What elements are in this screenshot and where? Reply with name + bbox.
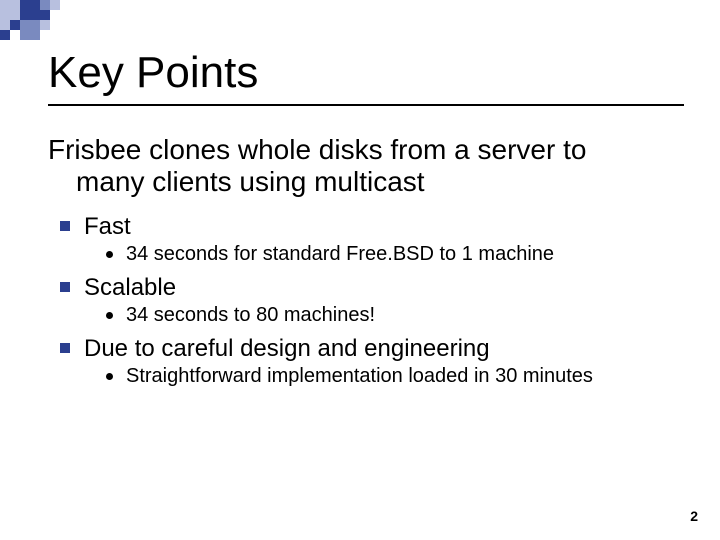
sub-bullet-list: 34 seconds for standard Free.BSD to 1 ma… — [84, 242, 680, 267]
page-number: 2 — [690, 508, 698, 524]
sub-bullet-list: 34 seconds to 80 machines! — [84, 303, 680, 328]
sub-bullet-item: Straightforward implementation loaded in… — [104, 364, 680, 389]
bullet-label: Scalable — [84, 274, 176, 301]
bullet-list: Fast 34 seconds for standard Free.BSD to… — [48, 212, 680, 389]
sub-bullet-list: Straightforward implementation loaded in… — [84, 364, 680, 389]
bullet-item: Fast 34 seconds for standard Free.BSD to… — [56, 212, 680, 267]
sub-bullet-item: 34 seconds for standard Free.BSD to 1 ma… — [104, 242, 680, 267]
bullet-item: Scalable 34 seconds to 80 machines! — [56, 273, 680, 328]
bullet-label: Due to careful design and engineering — [84, 335, 490, 362]
lead-line-1: Frisbee clones whole disks from a server… — [48, 134, 586, 165]
bullet-item: Due to careful design and engineering St… — [56, 334, 680, 389]
lead-line-2: many clients using multicast — [48, 166, 680, 198]
title-underline — [48, 104, 684, 106]
sub-bullet-item: 34 seconds to 80 machines! — [104, 303, 680, 328]
slide-content: Key Points Frisbee clones whole disks fr… — [48, 48, 680, 395]
lead-text: Frisbee clones whole disks from a server… — [48, 134, 680, 198]
bullet-label: Fast — [84, 213, 131, 240]
slide-title: Key Points — [48, 48, 680, 98]
corner-decoration — [0, 0, 120, 40]
